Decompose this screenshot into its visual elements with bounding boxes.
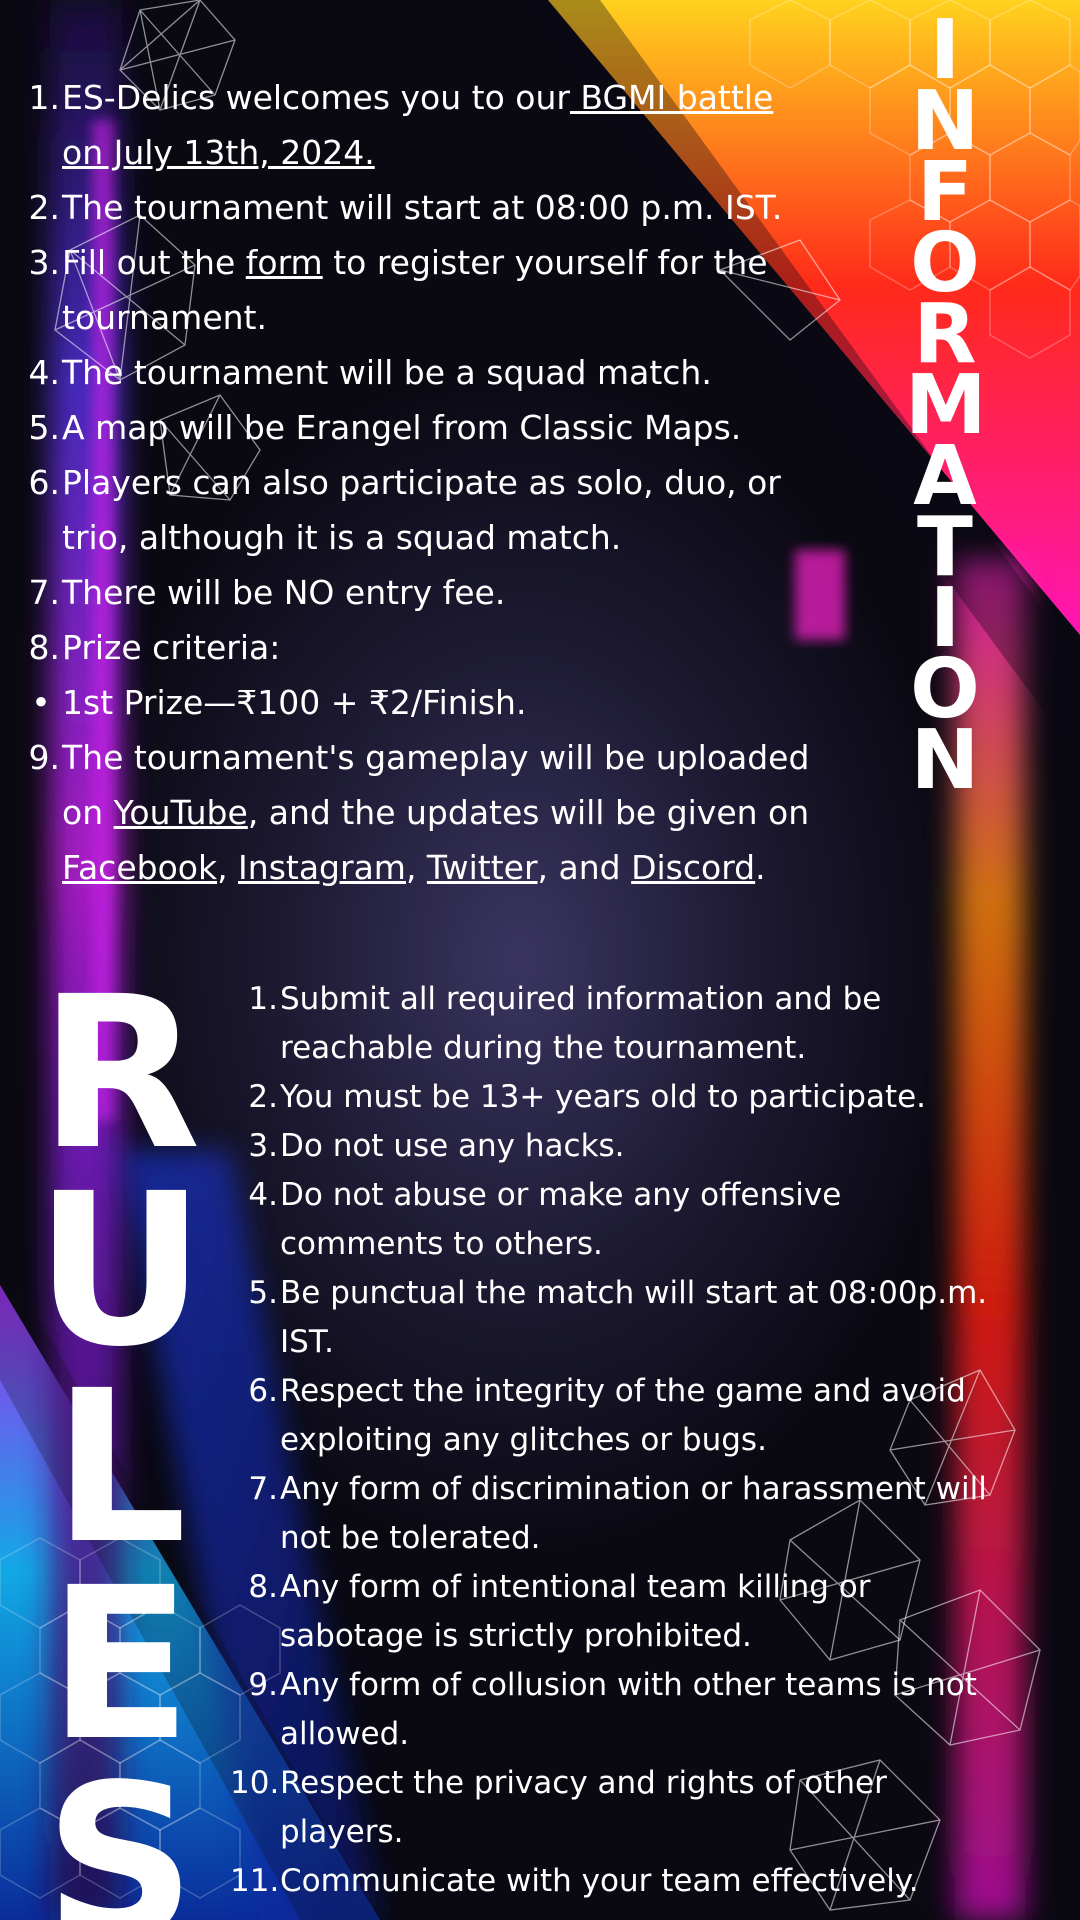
rule-text: You must be 13+ years old to participate…: [280, 1079, 927, 1115]
rule-text: Submit all required information and be r…: [280, 981, 882, 1066]
item-number: 2.: [28, 188, 61, 227]
rule-number: 1.: [248, 981, 278, 1017]
item-text: ,: [405, 848, 427, 887]
rule-text: Do not abuse or make any offensive comme…: [280, 1177, 842, 1262]
rule-number: 9.: [248, 1667, 278, 1703]
item-number: 8.: [28, 628, 61, 667]
rules-heading-letter: S: [44, 1739, 196, 1920]
information-item: 5. A map will be Erangel from Classic Map…: [22, 400, 822, 455]
information-item: 3. Fill out the form to register yourself…: [22, 235, 822, 345]
rule-item: 4. Do not abuse or make any offensive com…: [240, 1171, 1000, 1269]
link-youtube[interactable]: YouTube: [114, 793, 248, 832]
rule-text: Any form of collusion with other teams i…: [280, 1667, 977, 1752]
rules-heading: RULES: [20, 951, 220, 1920]
item-number: 9.: [28, 738, 61, 777]
rule-number: 6.: [248, 1373, 278, 1409]
rule-text: Any form of discrimination or harassment…: [280, 1471, 987, 1556]
item-text: .: [755, 848, 766, 887]
rule-item: 2. You must be 13+ years old to participa…: [240, 1073, 1000, 1122]
information-item: 8. Prize criteria:: [22, 620, 822, 675]
bullet-marker: •: [31, 683, 51, 722]
rule-number: 10.: [230, 1765, 280, 1801]
rules-heading-letter: R: [39, 951, 201, 1196]
rule-text: Any form of intentional team killing or …: [280, 1569, 871, 1654]
rule-item: 5. Be punctual the match will start at 08…: [240, 1269, 1000, 1367]
rule-number: 8.: [248, 1569, 278, 1605]
item-text: The tournament will be a squad match.: [62, 353, 712, 392]
item-text: Fill out the: [62, 243, 246, 282]
item-text: ,: [217, 848, 239, 887]
rule-number: 3.: [248, 1128, 278, 1164]
item-number: 5.: [28, 408, 61, 447]
rule-item: 1. Submit all required information and be…: [240, 975, 1000, 1073]
information-heading: INFORMATION: [905, 10, 987, 808]
item-text: , and: [537, 848, 632, 887]
rule-text: Communicate with your team effectively.: [280, 1863, 919, 1899]
item-number: 3.: [28, 243, 61, 282]
rule-number: 11.: [230, 1863, 280, 1899]
rule-item: 11. Communicate with your team effectivel…: [230, 1857, 1000, 1906]
rules-heading-letter: U: [34, 1148, 206, 1393]
item-number: 6.: [28, 463, 61, 502]
rules-list: 1. Submit all required information and be…: [230, 975, 1000, 1906]
information-item: 2. The tournament will start at 08:00 p.m…: [22, 180, 822, 235]
link-form[interactable]: form: [246, 243, 323, 282]
information-item: 7. There will be NO entry fee.: [22, 565, 822, 620]
rule-number: 4.: [248, 1177, 278, 1213]
link-facebook[interactable]: Facebook: [62, 848, 217, 887]
poster: 1. ES-Delics welcomes you to our BGMI bat…: [0, 0, 1080, 1920]
link-twitter[interactable]: Twitter: [427, 848, 538, 887]
item-text: ES-Delics welcomes you to our: [62, 78, 570, 117]
rule-number: 2.: [248, 1079, 278, 1115]
item-text: There will be NO entry fee.: [62, 573, 506, 612]
rule-number: 7.: [248, 1471, 278, 1507]
information-heading-letter: N: [910, 713, 980, 808]
rule-text: Respect the integrity of the game and av…: [280, 1373, 966, 1458]
rule-item: 9. Any form of collusion with other teams…: [240, 1661, 1000, 1759]
item-number: 4.: [28, 353, 61, 392]
item-number: 1.: [28, 78, 61, 117]
information-item: 9. The tournament's gameplay will be uplo…: [22, 730, 822, 895]
rule-text: Respect the privacy and rights of other …: [280, 1765, 887, 1850]
rules-heading-letter: L: [53, 1345, 187, 1590]
information-item: 1. ES-Delics welcomes you to our BGMI bat…: [22, 70, 822, 180]
rules-heading-letter: E: [48, 1542, 192, 1787]
rule-item: 7. Any form of discrimination or harassme…: [240, 1465, 1000, 1563]
information-item: 6. Players can also participate as solo, …: [22, 455, 822, 565]
rule-item: 10. Respect the privacy and rights of oth…: [230, 1759, 1000, 1857]
information-item: 4. The tournament will be a squad match.: [22, 345, 822, 400]
rule-text: Do not use any hacks.: [280, 1128, 625, 1164]
item-text: 1st Prize—₹100 + ₹2/Finish.: [62, 683, 527, 722]
item-text: Prize criteria:: [62, 628, 281, 667]
information-list: 1. ES-Delics welcomes you to our BGMI bat…: [22, 70, 822, 895]
rule-number: 5.: [248, 1275, 278, 1311]
item-number: 7.: [28, 573, 61, 612]
information-item: • 1st Prize—₹100 + ₹2/Finish.: [22, 675, 822, 730]
item-text: A map will be Erangel from Classic Maps.: [62, 408, 742, 447]
link-instagram[interactable]: Instagram: [238, 848, 406, 887]
rule-item: 8. Any form of intentional team killing o…: [240, 1563, 1000, 1661]
item-text: The tournament will start at 08:00 p.m. …: [62, 188, 783, 227]
rule-text: Be punctual the match will start at 08:0…: [280, 1275, 988, 1360]
item-text: Players can also participate as solo, du…: [62, 463, 781, 557]
rule-item: 6. Respect the integrity of the game and …: [240, 1367, 1000, 1465]
link-discord[interactable]: Discord: [631, 848, 755, 887]
item-text: , and the updates will be given on: [247, 793, 810, 832]
rule-item: 3. Do not use any hacks.: [240, 1122, 1000, 1171]
